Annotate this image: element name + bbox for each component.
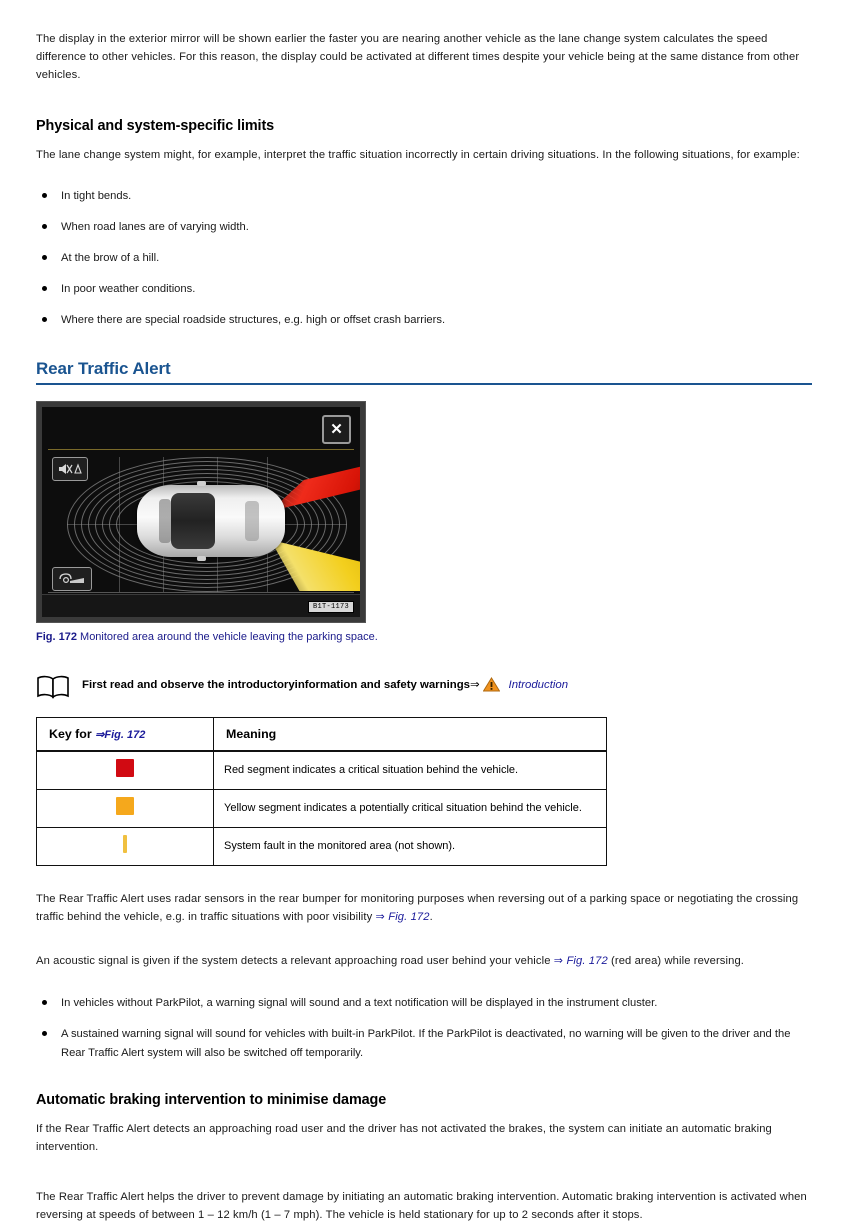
column-header-figref: Fig. 172 (104, 729, 146, 742)
limits-paragraph: The lane change system might, for exampl… (36, 149, 800, 162)
column-header-meaning: Meaning (213, 717, 607, 753)
figure-reference-link[interactable]: Fig. 172 (566, 955, 607, 967)
yellow-swatch-icon (116, 797, 134, 816)
rta-paragraph-2-b: (red area) while reversing. (607, 955, 744, 968)
rear-window (159, 499, 171, 544)
list-item-label: When road lanes are of varying width. (61, 220, 249, 233)
fault-bar-icon (123, 834, 127, 853)
limits-bullet-list: In tight bends. When road lanes are of v… (36, 187, 812, 330)
document-page: The display in the exterior mirror will … (0, 0, 848, 1224)
meaning-cell: System fault in the monitored area (not … (213, 826, 607, 866)
bullet-dot-icon (42, 1000, 47, 1006)
table-row: Red segment indicates a critical situati… (36, 750, 607, 791)
rta-bullet-list: In vehicles without ParkPilot, a warning… (36, 994, 812, 1061)
bullet-dot-icon (42, 1031, 47, 1037)
bullet-dot-icon (42, 285, 47, 291)
intro-paragraph: The display in the exterior mirror will … (36, 33, 800, 82)
bullet-dot-icon (42, 192, 47, 198)
figure-caption: Fig. 172 Monitored area around the vehic… (36, 631, 812, 643)
right-mirror (197, 556, 206, 562)
table-header-row: Key for ⇒Fig. 172 Meaning (36, 717, 607, 753)
display-bottom-rule (48, 592, 354, 594)
swatch-cell-fault (36, 826, 214, 866)
arrow-glyph: ⇒ (553, 955, 567, 968)
key-table: Key for ⇒Fig. 172 Meaning Red segment in… (36, 717, 607, 866)
swatch-cell-yellow (36, 789, 214, 828)
sensor-zone-graphic (67, 457, 360, 593)
limits-heading: Physical and system-specific limits (36, 118, 275, 135)
column-header-arrow: ⇒ (95, 729, 105, 742)
figure-reference-link[interactable]: Fig. 172 (388, 911, 429, 923)
book-icon (36, 675, 70, 699)
close-icon[interactable]: ✕ (322, 415, 351, 445)
red-swatch-icon (116, 759, 134, 778)
page-title: Rear Traffic Alert (36, 359, 171, 379)
notice-text-row: First read and observe the introductoryi… (82, 673, 568, 697)
list-item: A sustained warning signal will sound fo… (36, 1025, 812, 1061)
display-top-rule (48, 449, 354, 451)
list-item-label: At the brow of a hill. (61, 251, 160, 264)
braking-paragraph-1: If the Rear Traffic Alert detects an app… (36, 1122, 772, 1153)
column-header-key: Key for ⇒Fig. 172 (36, 717, 214, 753)
list-item: At the brow of a hill. (36, 249, 812, 267)
column-header-key-prefix: Key for (49, 727, 92, 742)
arrow-glyph: ⇒ (375, 910, 389, 923)
list-item: Where there are special roadside structu… (36, 311, 812, 329)
bullet-dot-icon (42, 254, 47, 260)
list-item: When road lanes are of varying width. (36, 218, 812, 236)
list-item-label: A sustained warning signal will sound fo… (61, 1028, 791, 1059)
notice-text: First read and observe the introductoryi… (82, 679, 470, 692)
left-mirror (197, 481, 206, 487)
braking-heading: Automatic braking intervention to minimi… (36, 1091, 387, 1108)
rta-paragraph-2-a: An acoustic signal is given if the syste… (36, 955, 554, 968)
list-item: In poor weather conditions. (36, 280, 812, 298)
table-row: Yellow segment indicates a potentially c… (36, 789, 607, 828)
meaning-cell: Yellow segment indicates a potentially c… (213, 789, 607, 828)
vehicle-top-view (137, 481, 285, 562)
infotainment-display: ✕ B1T-1173 (42, 407, 360, 618)
swatch-cell-red (36, 750, 214, 791)
list-item: In vehicles without ParkPilot, a warning… (36, 994, 812, 1012)
image-code-label: B1T-1173 (307, 601, 354, 614)
rta-paragraph-1-b: . (429, 910, 433, 923)
read-first-notice: First read and observe the introductoryi… (36, 673, 812, 699)
arrow-glyph: ⇒ (469, 679, 480, 692)
rta-paragraph-2: An acoustic signal is given if the syste… (36, 952, 812, 970)
list-item-label: Where there are special roadside structu… (61, 314, 446, 327)
list-item-label: In vehicles without ParkPilot, a warning… (61, 997, 658, 1010)
windscreen (245, 501, 259, 542)
list-item-label: In poor weather conditions. (61, 282, 196, 295)
rta-paragraph-1: The Rear Traffic Alert uses radar sensor… (36, 890, 812, 926)
bullet-dot-icon (42, 317, 47, 323)
figure-caption-text: Monitored area around the vehicle leavin… (80, 631, 378, 644)
table-row: System fault in the monitored area (not … (36, 826, 607, 866)
car-roof (171, 493, 215, 550)
list-item: In tight bends. (36, 187, 812, 205)
introduction-link[interactable]: Introduction (509, 679, 569, 691)
meaning-cell: Red segment indicates a critical situati… (213, 750, 607, 791)
warning-triangle-icon (482, 677, 500, 697)
figure-172: ✕ B1T-1173 (36, 401, 366, 624)
figure-number: Fig. 172 (36, 631, 77, 644)
braking-paragraph-2: The Rear Traffic Alert helps the driver … (36, 1190, 807, 1222)
bullet-dot-icon (42, 223, 47, 229)
list-item-label: In tight bends. (61, 189, 132, 202)
